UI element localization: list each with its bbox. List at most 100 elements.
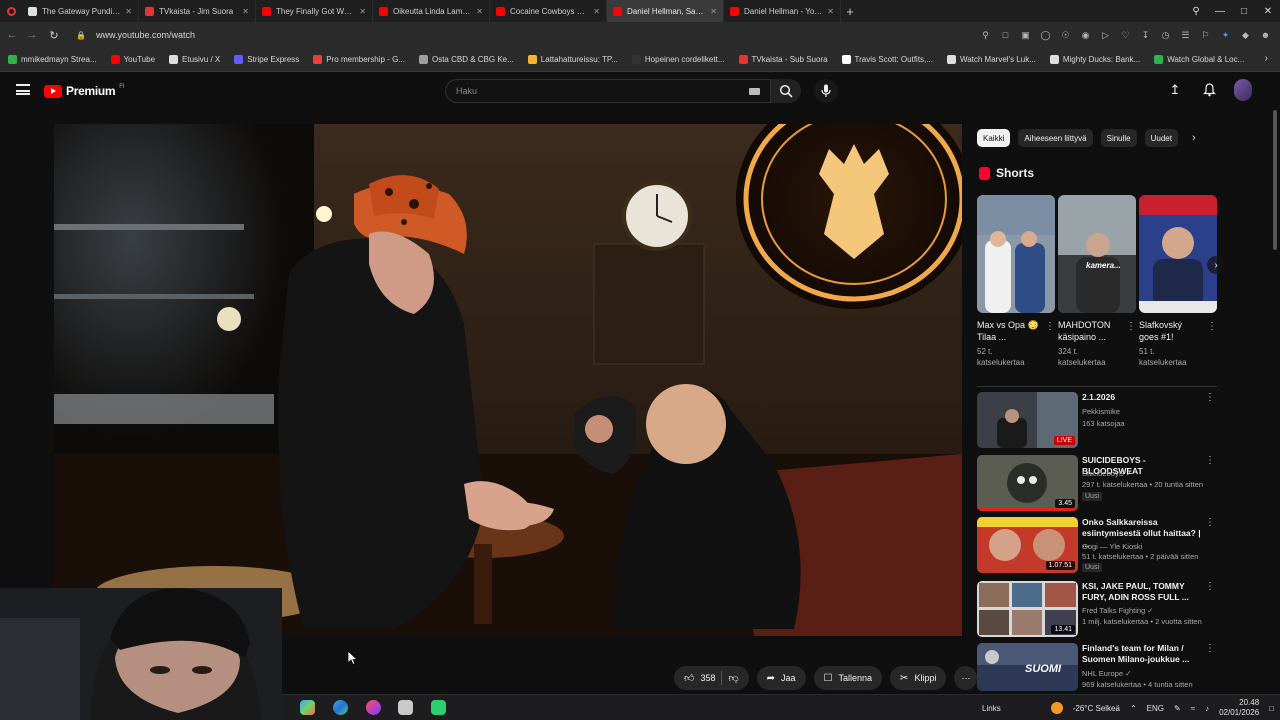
- share-button[interactable]: ➦ Jaa: [756, 666, 806, 690]
- opera-gx-icon[interactable]: [366, 700, 381, 715]
- filter-chip[interactable]: Sinulle: [1100, 129, 1137, 147]
- clip-button[interactable]: ✂ Klippi: [890, 666, 947, 690]
- video-item[interactable]: 1.07.51 Onko Salkkareissa esiintymisestä…: [977, 517, 1217, 573]
- back-icon[interactable]: ←: [2, 22, 22, 48]
- search-input[interactable]: Haku: [445, 79, 771, 103]
- minimize-icon[interactable]: —: [1208, 0, 1232, 22]
- weather-text[interactable]: -26°C Selkeä: [1073, 704, 1120, 713]
- dislike-icon[interactable]: 👎︎: [728, 672, 738, 684]
- video-thumbnail[interactable]: LIVE: [977, 392, 1078, 448]
- shield-icon[interactable]: ◯: [1039, 30, 1052, 41]
- close-tab-icon[interactable]: ✕: [593, 7, 600, 16]
- video-player[interactable]: [54, 124, 962, 636]
- history-icon[interactable]: ◷: [1159, 30, 1172, 41]
- bookmark-item[interactable]: Stripe Express: [234, 55, 299, 64]
- clock[interactable]: 20.48 02/01/2026: [1219, 698, 1259, 718]
- video-title[interactable]: 2.1.2026: [1082, 392, 1206, 403]
- short-thumbnail[interactable]: [1139, 195, 1217, 313]
- more-vert-icon[interactable]: ⋮: [1205, 455, 1215, 466]
- more-vert-icon[interactable]: ⋮: [1207, 321, 1217, 332]
- filter-chip[interactable]: Aiheeseen liittyvä: [1018, 129, 1093, 147]
- bookmark-item[interactable]: Watch Marvel's Luk...: [946, 55, 1036, 64]
- scrollbar-thumb[interactable]: [1273, 110, 1277, 250]
- tray-chevron-icon[interactable]: ⌃: [1130, 704, 1137, 713]
- list-icon[interactable]: ☰: [1179, 30, 1192, 41]
- chips-next-arrow-icon[interactable]: ›: [1192, 132, 1196, 144]
- filter-chip[interactable]: Kaikki: [977, 129, 1011, 147]
- bookmark-item[interactable]: Osta CBD & CBG Ke...: [418, 55, 514, 64]
- more-vert-icon[interactable]: ⋮: [1205, 517, 1215, 528]
- bookmark-item[interactable]: YouTube: [110, 55, 155, 64]
- video-thumbnail[interactable]: 13.41: [977, 581, 1078, 637]
- password-icon[interactable]: ⚐: [1199, 30, 1212, 41]
- extension-icon[interactable]: ☉: [1059, 30, 1072, 41]
- youtube-logo[interactable]: Premium FI: [44, 84, 125, 98]
- video-channel[interactable]: Fred Talks Fighting ✓: [1082, 606, 1154, 615]
- more-vert-icon[interactable]: ⋮: [1205, 581, 1215, 592]
- copilot-icon[interactable]: [300, 700, 315, 715]
- play-icon[interactable]: ▷: [1099, 30, 1112, 41]
- bookmark-item[interactable]: TVkaista - Sub Suora: [738, 55, 828, 64]
- bookmark-item[interactable]: Hopeinen cordelikett...: [631, 55, 725, 64]
- language[interactable]: ENG: [1147, 704, 1164, 713]
- bookmark-item[interactable]: mmikedmayn Strea...: [8, 55, 97, 64]
- browser-tab[interactable]: They Finally Got What The ✕: [256, 0, 373, 22]
- links-toolbar[interactable]: Links: [982, 704, 1001, 713]
- video-item[interactable]: 13.41 KSI, JAKE PAUL, TOMMY FURY, ADIN R…: [977, 581, 1217, 637]
- new-tab-button[interactable]: +: [841, 0, 859, 22]
- close-tab-icon[interactable]: ✕: [242, 7, 249, 16]
- close-window-icon[interactable]: ✕: [1256, 0, 1280, 22]
- zoom-icon[interactable]: ⚲: [979, 30, 992, 41]
- video-title[interactable]: Finland's team for Milan / Suomen Milano…: [1082, 643, 1206, 665]
- more-actions-button[interactable]: ⋯: [954, 666, 978, 690]
- short-title[interactable]: Slafkovský goes #1!: [1139, 319, 1203, 343]
- video-channel[interactable]: Pekkismike: [1082, 407, 1120, 416]
- notifications-bell-icon[interactable]: [1200, 79, 1218, 101]
- more-vert-icon[interactable]: ⋮: [1205, 643, 1215, 654]
- video-item[interactable]: LIVE 2.1.2026 Pekkismike 163 katsojaa ⋮: [977, 392, 1217, 448]
- more-vert-icon[interactable]: ⋮: [1126, 321, 1136, 332]
- more-vert-icon[interactable]: ⋮: [1205, 392, 1215, 403]
- edge-icon[interactable]: [333, 700, 348, 715]
- search-button[interactable]: [771, 79, 801, 103]
- heart-icon[interactable]: ♡: [1119, 30, 1132, 41]
- video-channel[interactable]: SuicideboyS ✓: [1082, 469, 1132, 478]
- browser-tab[interactable]: Oikeutta Linda Lampeniu ✕: [373, 0, 490, 22]
- avatar[interactable]: [1234, 79, 1252, 101]
- screenshot-icon[interactable]: ▣: [1019, 30, 1032, 41]
- short-thumbnail[interactable]: kamera...: [1058, 195, 1136, 313]
- app-icon[interactable]: [398, 700, 413, 715]
- maximize-icon[interactable]: □: [1232, 0, 1256, 22]
- forward-icon[interactable]: →: [22, 22, 42, 48]
- browser-menu-icon[interactable]: [0, 0, 22, 22]
- bookmarks-more-icon[interactable]: ›: [1265, 53, 1268, 64]
- voice-search-button[interactable]: [814, 79, 838, 103]
- close-tab-icon[interactable]: ✕: [710, 7, 717, 16]
- ai-icon[interactable]: ✦: [1219, 30, 1232, 41]
- reload-icon[interactable]: ↻: [44, 22, 64, 48]
- video-channel[interactable]: NHL Europe ✓: [1082, 669, 1131, 678]
- short-item[interactable]: Slafkovský goes #1! 51 t. katselukertaa …: [1139, 195, 1217, 368]
- browser-tab[interactable]: Daniel Hellman, Sahar ✕: [607, 0, 724, 22]
- more-vert-icon[interactable]: ⋮: [1045, 321, 1055, 332]
- close-tab-icon[interactable]: ✕: [359, 7, 366, 16]
- share-page-icon[interactable]: □: [999, 30, 1012, 40]
- video-thumbnail[interactable]: 3.45: [977, 455, 1078, 511]
- short-item[interactable]: kamera... MAHDOTON käsipaino ... 324 t. …: [1058, 195, 1136, 368]
- browser-tab[interactable]: The Gateway Pundit:Xsss ✕: [22, 0, 139, 22]
- video-title[interactable]: KSI, JAKE PAUL, TOMMY FURY, ADIN ROSS FU…: [1082, 581, 1206, 603]
- wallet-icon[interactable]: ◉: [1079, 30, 1092, 41]
- like-icon[interactable]: 👍︎: [684, 672, 694, 684]
- close-tab-icon[interactable]: ✕: [827, 7, 834, 16]
- close-tab-icon[interactable]: ✕: [476, 7, 483, 16]
- vpn-icon[interactable]: ◆: [1239, 30, 1252, 41]
- short-item[interactable]: Max vs Opa 😳 Tilaa ... 52 t. katselukert…: [977, 195, 1055, 368]
- close-tab-icon[interactable]: ✕: [125, 7, 132, 16]
- volume-icon[interactable]: ♪: [1205, 704, 1209, 713]
- video-item[interactable]: 3.45 SUICIDEBOYS - BLOODSWEAT Suicideboy…: [977, 455, 1217, 511]
- video-thumbnail[interactable]: SUOMI: [977, 643, 1078, 691]
- video-thumbnail[interactable]: 1.07.51: [977, 517, 1078, 573]
- filter-chip[interactable]: Uudet: [1144, 129, 1178, 147]
- bookmark-item[interactable]: Etusivu / X: [169, 55, 220, 64]
- browser-tab[interactable]: Daniel Hellman - YouTube ✕: [724, 0, 841, 22]
